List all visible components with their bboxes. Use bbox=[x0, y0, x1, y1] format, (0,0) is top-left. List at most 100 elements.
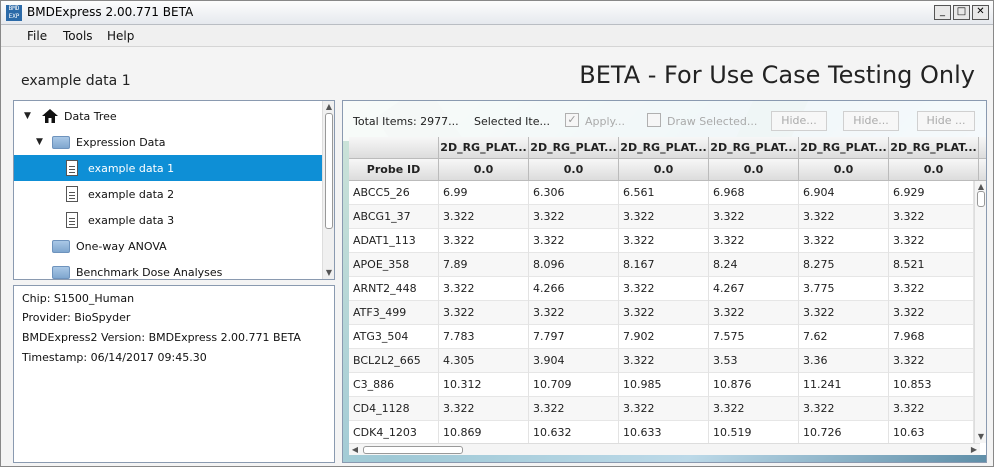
window-controls: _ □ ✕ bbox=[934, 5, 989, 20]
tree-scrollbar[interactable]: ▲ ▼ bbox=[322, 101, 334, 279]
document-icon bbox=[66, 186, 78, 202]
table-row[interactable]: APOE_358 7.89 8.096 8.167 8.24 8.275 8.521 bbox=[349, 253, 974, 277]
tree-item-benchmark-dose-analyses[interactable]: Benchmark Dose Analyses bbox=[14, 259, 322, 285]
scroll-up-icon[interactable]: ▲ bbox=[323, 101, 335, 113]
column-header[interactable]: 2D_RG_PLAT... bbox=[619, 137, 709, 159]
table-row[interactable]: ABCC5_26 6.99 6.306 6.561 6.968 6.904 6.929 bbox=[349, 181, 974, 205]
column-header[interactable]: 2D_RG_PLAT... bbox=[529, 137, 619, 159]
apply-checkbox[interactable]: ✓ bbox=[565, 113, 579, 127]
expression-value-cell: 3.322 bbox=[799, 229, 889, 253]
tree-item-data-tree[interactable]: ▼ Data Tree bbox=[14, 103, 322, 129]
expression-value-cell: 3.322 bbox=[439, 397, 529, 421]
dataset-info-panel: Chip: S1500_Human Provider: BioSpyder BM… bbox=[13, 285, 335, 463]
tree-item-example-data-2[interactable]: example data 2 bbox=[14, 181, 322, 207]
dose-header: 0.0 bbox=[619, 159, 709, 181]
scroll-down-icon[interactable]: ▼ bbox=[975, 431, 986, 443]
probe-id-cell: ARNT2_448 bbox=[349, 277, 439, 301]
expression-value-cell: 3.322 bbox=[439, 301, 529, 325]
table-row[interactable]: C3_886 10.312 10.709 10.985 10.876 11.241 10.8… bbox=[349, 373, 974, 397]
column-header[interactable]: 2D_RG_PLAT... bbox=[889, 137, 979, 159]
dose-header: 0.0 bbox=[799, 159, 889, 181]
expression-value-cell: 6.561 bbox=[619, 181, 709, 205]
hide-button-3[interactable]: Hide ... bbox=[917, 111, 975, 131]
tree-item-expression-data[interactable]: ▼ Expression Data bbox=[14, 129, 322, 155]
expression-value-cell: 7.62 bbox=[799, 325, 889, 349]
beta-banner: BETA - For Use Case Testing Only bbox=[579, 61, 975, 89]
table-row[interactable]: ATG3_504 7.783 7.797 7.902 7.575 7.62 7.968 bbox=[349, 325, 974, 349]
probe-id-cell: ABCC5_26 bbox=[349, 181, 439, 205]
tree-item-one-way-anova[interactable]: One-way ANOVA bbox=[14, 233, 322, 259]
hide-button-2[interactable]: Hide... bbox=[843, 111, 899, 131]
column-header[interactable]: 2D_RG_PLAT... bbox=[799, 137, 889, 159]
tree-item-example-data-1[interactable]: example data 1 bbox=[14, 155, 322, 181]
expression-value-cell: 3.775 bbox=[799, 277, 889, 301]
expression-value-cell: 3.322 bbox=[709, 205, 799, 229]
document-icon bbox=[66, 212, 78, 228]
header-corner bbox=[349, 137, 439, 159]
menu-tools[interactable]: Tools bbox=[63, 29, 93, 43]
close-button[interactable]: ✕ bbox=[972, 5, 989, 20]
table-dose-row: Probe ID 0.0 0.0 0.0 0.0 0.0 0.0 bbox=[349, 159, 986, 181]
window-title: BMDExpress 2.00.771 BETA bbox=[27, 5, 194, 19]
expression-value-cell: 3.36 bbox=[799, 349, 889, 373]
expression-value-cell: 3.322 bbox=[799, 301, 889, 325]
expression-value-cell: 3.322 bbox=[529, 397, 619, 421]
version-info: BMDExpress2 Version: BMDExpress 2.00.771… bbox=[22, 331, 301, 344]
expression-value-cell: 3.322 bbox=[889, 301, 974, 325]
scroll-thumb[interactable] bbox=[363, 446, 463, 454]
minimize-button[interactable]: _ bbox=[934, 5, 951, 20]
table-header-row: 2D_RG_PLAT... 2D_RG_PLAT... 2D_RG_PLAT..… bbox=[349, 137, 986, 159]
expression-value-cell: 3.322 bbox=[799, 205, 889, 229]
expression-value-cell: 8.521 bbox=[889, 253, 974, 277]
expression-value-cell: 3.322 bbox=[709, 229, 799, 253]
scroll-left-icon[interactable]: ◀ bbox=[349, 444, 361, 456]
header: example data 1 BETA - For Use Case Testi… bbox=[1, 47, 993, 99]
probe-id-header[interactable]: Probe ID bbox=[349, 159, 439, 181]
expression-value-cell: 3.322 bbox=[619, 349, 709, 373]
scroll-down-icon[interactable]: ▼ bbox=[323, 267, 335, 279]
folder-icon bbox=[52, 265, 70, 279]
title-bar[interactable]: BMD EXP BMDExpress 2.00.771 BETA _ □ ✕ bbox=[1, 1, 993, 25]
table-row[interactable]: ATF3_499 3.322 3.322 3.322 3.322 3.322 3.322 bbox=[349, 301, 974, 325]
expression-value-cell: 3.322 bbox=[619, 205, 709, 229]
expression-value-cell: 3.322 bbox=[529, 205, 619, 229]
table-vertical-scrollbar[interactable]: ▲ ▼ bbox=[974, 181, 986, 443]
table-row[interactable]: CD4_1128 3.322 3.322 3.322 3.322 3.322 3.322 bbox=[349, 397, 974, 421]
table-row[interactable]: BCL2L2_665 4.305 3.904 3.322 3.53 3.36 3.322 bbox=[349, 349, 974, 373]
hide-button-1[interactable]: Hide... bbox=[771, 111, 827, 131]
maximize-button[interactable]: □ bbox=[953, 5, 970, 20]
expression-value-cell: 10.633 bbox=[619, 421, 709, 445]
table-row[interactable]: ABCG1_37 3.322 3.322 3.322 3.322 3.322 3.322 bbox=[349, 205, 974, 229]
scroll-thumb[interactable] bbox=[325, 113, 333, 229]
tree-item-label: Expression Data bbox=[76, 135, 166, 149]
tree-item-label: example data 1 bbox=[88, 161, 175, 175]
probe-id-cell: APOE_358 bbox=[349, 253, 439, 277]
expand-arrow-icon[interactable]: ▼ bbox=[36, 137, 43, 147]
probe-id-cell: ADAT1_113 bbox=[349, 229, 439, 253]
tree-item-label: example data 3 bbox=[88, 213, 175, 227]
menu-file[interactable]: File bbox=[27, 29, 47, 43]
table-row[interactable]: CDK4_1203 10.869 10.632 10.633 10.519 10.726 1… bbox=[349, 421, 974, 445]
table-row[interactable]: ARNT2_448 3.322 4.266 3.322 4.267 3.775 3.322 bbox=[349, 277, 974, 301]
expression-value-cell: 7.902 bbox=[619, 325, 709, 349]
expression-value-cell: 10.869 bbox=[439, 421, 529, 445]
menu-help[interactable]: Help bbox=[107, 29, 134, 43]
column-header[interactable]: 2D_RG_PLAT... bbox=[709, 137, 799, 159]
tree-item-example-data-3[interactable]: example data 3 bbox=[14, 207, 322, 233]
expression-value-cell: 10.519 bbox=[709, 421, 799, 445]
expression-value-cell: 3.322 bbox=[529, 229, 619, 253]
expression-value-cell: 3.322 bbox=[889, 205, 974, 229]
table-horizontal-scrollbar[interactable]: ◀ ▶ bbox=[349, 443, 980, 455]
draw-selected-checkbox[interactable] bbox=[647, 113, 661, 127]
expression-value-cell: 6.306 bbox=[529, 181, 619, 205]
expression-value-cell: 6.904 bbox=[799, 181, 889, 205]
expand-arrow-icon[interactable]: ▼ bbox=[24, 111, 31, 121]
total-items-label: Total Items: 2977... bbox=[353, 115, 459, 128]
column-header[interactable]: 2D_RG_PLAT... bbox=[439, 137, 529, 159]
expression-value-cell: 4.267 bbox=[709, 277, 799, 301]
scroll-right-icon[interactable]: ▶ bbox=[968, 444, 980, 456]
expression-value-cell: 3.322 bbox=[889, 229, 974, 253]
tree-item-label: Data Tree bbox=[64, 109, 117, 123]
table-row[interactable]: ADAT1_113 3.322 3.322 3.322 3.322 3.322 3.322 bbox=[349, 229, 974, 253]
scroll-thumb[interactable] bbox=[977, 191, 985, 207]
